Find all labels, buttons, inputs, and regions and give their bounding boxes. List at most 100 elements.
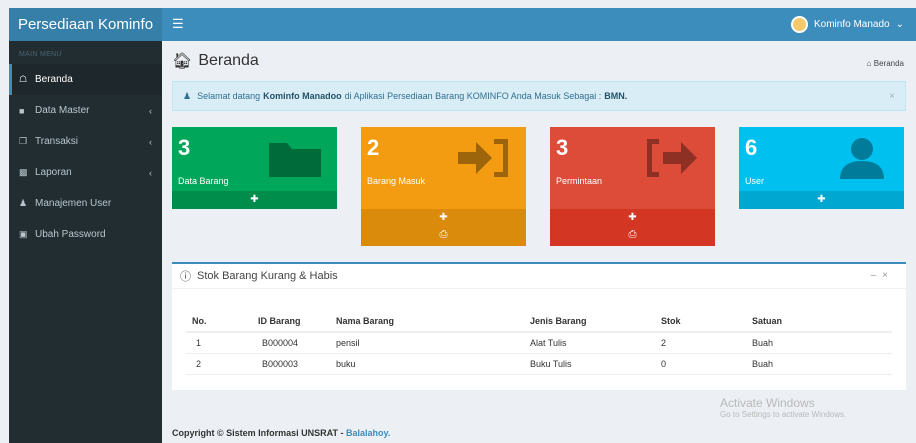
user-icon: ♟ (183, 90, 192, 101)
stat-box-barang-masuk: 2 Barang Masuk ✚ ⎙ (361, 127, 526, 246)
table-row: 1 B000004 pensil Alat Tulis 2 Buah (186, 332, 892, 354)
user-menu[interactable]: Kominfo Manado ⌄ (791, 16, 904, 33)
menu-toggle-icon[interactable]: ☰ (172, 16, 184, 32)
alert-prefix: Selamat datang (197, 91, 261, 101)
alert-user-name: Kominfo Manadoo (263, 91, 342, 101)
user-name: Kominfo Manado (814, 19, 890, 30)
chevron-left-icon: ‹ (149, 167, 152, 178)
box-actions: ✚ ⎙ (361, 209, 526, 246)
sidebar-item-laporan[interactable]: ▩ Laporan ‹ (9, 157, 162, 188)
panel-tools: –× (871, 270, 894, 281)
stat-label: Permintaan (556, 176, 603, 186)
sidebar-item-data-master[interactable]: ■ Data Master ‹ (9, 95, 162, 126)
folder-icon (269, 143, 321, 177)
panel-header: ⓘ Stok Barang Kurang & Habis (172, 264, 906, 289)
add-button[interactable]: ✚ (550, 209, 715, 226)
lock-icon: ▣ (19, 229, 28, 239)
footer-link[interactable]: Balalahoy. (346, 428, 390, 438)
sidebar-item-transaksi[interactable]: ❐ Transaksi ‹ (9, 126, 162, 157)
table-cell: 2 (186, 353, 258, 375)
add-button[interactable]: ✚ (361, 209, 526, 226)
box-actions: ✚ ⎙ (550, 209, 715, 246)
sidebar-item-label: Transaksi (35, 136, 78, 147)
watermark-subtitle: Go to Settings to activate Windows. (720, 410, 847, 419)
stat-label: Barang Masuk (367, 176, 426, 186)
page-title-text: Beranda (198, 52, 259, 69)
footer-text: Copyright © Sistem Informasi UNSRAT - (172, 428, 344, 438)
app-frame: Persediaan Kominfo MAIN MENU ☖ Beranda ■… (0, 0, 916, 443)
activation-watermark: Activate Windows Go to Settings to activ… (720, 396, 846, 419)
more-info-button[interactable]: ✚ (739, 191, 904, 209)
main-content: 🏠︎ Beranda ⌂ Beranda ♟ Selamat datang Ko… (162, 41, 916, 443)
panel-title: Stok Barang Kurang & Habis (197, 270, 338, 282)
sidebar-item-label: Data Master (35, 105, 90, 116)
page-title: 🏠︎ Beranda (172, 51, 259, 71)
file-icon: ▩ (19, 167, 28, 177)
stat-box-data-barang: 3 Data Barang ✚ (172, 127, 337, 209)
column-header: ID Barang (258, 310, 336, 333)
table-cell: 2 (661, 332, 752, 354)
column-header: Stok (661, 310, 752, 333)
table-cell: buku (336, 353, 530, 375)
folder-icon: ■ (19, 105, 25, 116)
user-icon: ♟ (19, 198, 28, 208)
sidebar-item-ubah-password[interactable]: ▣ Ubah Password (9, 219, 162, 250)
low-stock-table: No. ID Barang Nama Barang Jenis Barang S… (186, 310, 892, 375)
column-header: No. (186, 310, 258, 333)
table-row: 2 B000003 buku Buku Tulis 0 Buah (186, 353, 892, 375)
low-stock-panel: ⓘ Stok Barang Kurang & Habis –× No. ID B… (172, 262, 906, 390)
close-icon[interactable]: × (882, 270, 894, 281)
chevron-down-icon: ⌄ (895, 19, 904, 30)
sidebar-item-label: Manajemen User (35, 198, 112, 209)
copy-icon: ❐ (19, 136, 28, 146)
stat-box-user: 6 User ✚ (739, 127, 904, 209)
table-cell: B000003 (258, 353, 336, 375)
stat-value: 3 (178, 135, 191, 160)
close-icon[interactable]: × (889, 91, 895, 102)
table-cell: B000004 (258, 332, 336, 354)
column-header: Satuan (752, 310, 892, 333)
footer: Copyright © Sistem Informasi UNSRAT - Ba… (172, 428, 390, 438)
table-cell: Buah (752, 353, 892, 375)
stat-value: 6 (745, 135, 758, 160)
avatar (791, 16, 808, 33)
alert-role: BMN. (604, 91, 628, 101)
sign-out-icon (647, 139, 697, 177)
stat-value: 2 (367, 135, 380, 160)
alert-message: di Aplikasi Persediaan Barang KOMINFO An… (344, 91, 602, 101)
more-info-button[interactable]: ✚ (172, 191, 337, 209)
table-cell: Alat Tulis (530, 332, 661, 354)
home-icon: ☖ (19, 74, 28, 84)
chevron-left-icon: ‹ (149, 136, 152, 147)
column-header: Nama Barang (336, 310, 530, 333)
sidebar-item-manajemen-user[interactable]: ♟ Manajemen User (9, 188, 162, 219)
home-icon: ⌂ (866, 59, 872, 68)
stat-value: 3 (556, 135, 569, 160)
top-navbar: ☰ Kominfo Manado ⌄ (162, 8, 916, 41)
print-icon[interactable]: ⎙ (550, 226, 715, 243)
stat-box-permintaan: 3 Permintaan ✚ ⎙ (550, 127, 715, 246)
sidebar-item-label: Ubah Password (35, 229, 106, 240)
sidebar: Persediaan Kominfo MAIN MENU ☖ Beranda ■… (9, 8, 162, 443)
table-cell: 0 (661, 353, 752, 375)
user-icon (840, 138, 884, 179)
minimize-icon[interactable]: – (871, 270, 883, 281)
table-cell: Buah (752, 332, 892, 354)
table-cell: Buku Tulis (530, 353, 661, 375)
table-cell: 1 (186, 332, 258, 354)
home-icon: 🏠︎ (172, 53, 193, 70)
sidebar-item-label: Laporan (35, 167, 72, 178)
sidebar-item-beranda[interactable]: ☖ Beranda (9, 64, 162, 95)
sidebar-item-label: Beranda (35, 74, 73, 85)
breadcrumb[interactable]: ⌂ Beranda (867, 59, 904, 68)
welcome-alert: ♟ Selamat datang Kominfo Manadoo di Apli… (172, 81, 906, 111)
watermark-title: Activate Windows (720, 396, 815, 410)
sign-in-icon (458, 139, 508, 177)
chevron-left-icon: ‹ (149, 105, 152, 116)
print-icon[interactable]: ⎙ (361, 226, 526, 243)
info-icon: ⓘ (180, 271, 191, 283)
column-header: Jenis Barang (530, 310, 661, 333)
app-logo[interactable]: Persediaan Kominfo (9, 8, 162, 41)
table-cell: pensil (336, 332, 530, 354)
breadcrumb-label: Beranda (873, 59, 904, 68)
